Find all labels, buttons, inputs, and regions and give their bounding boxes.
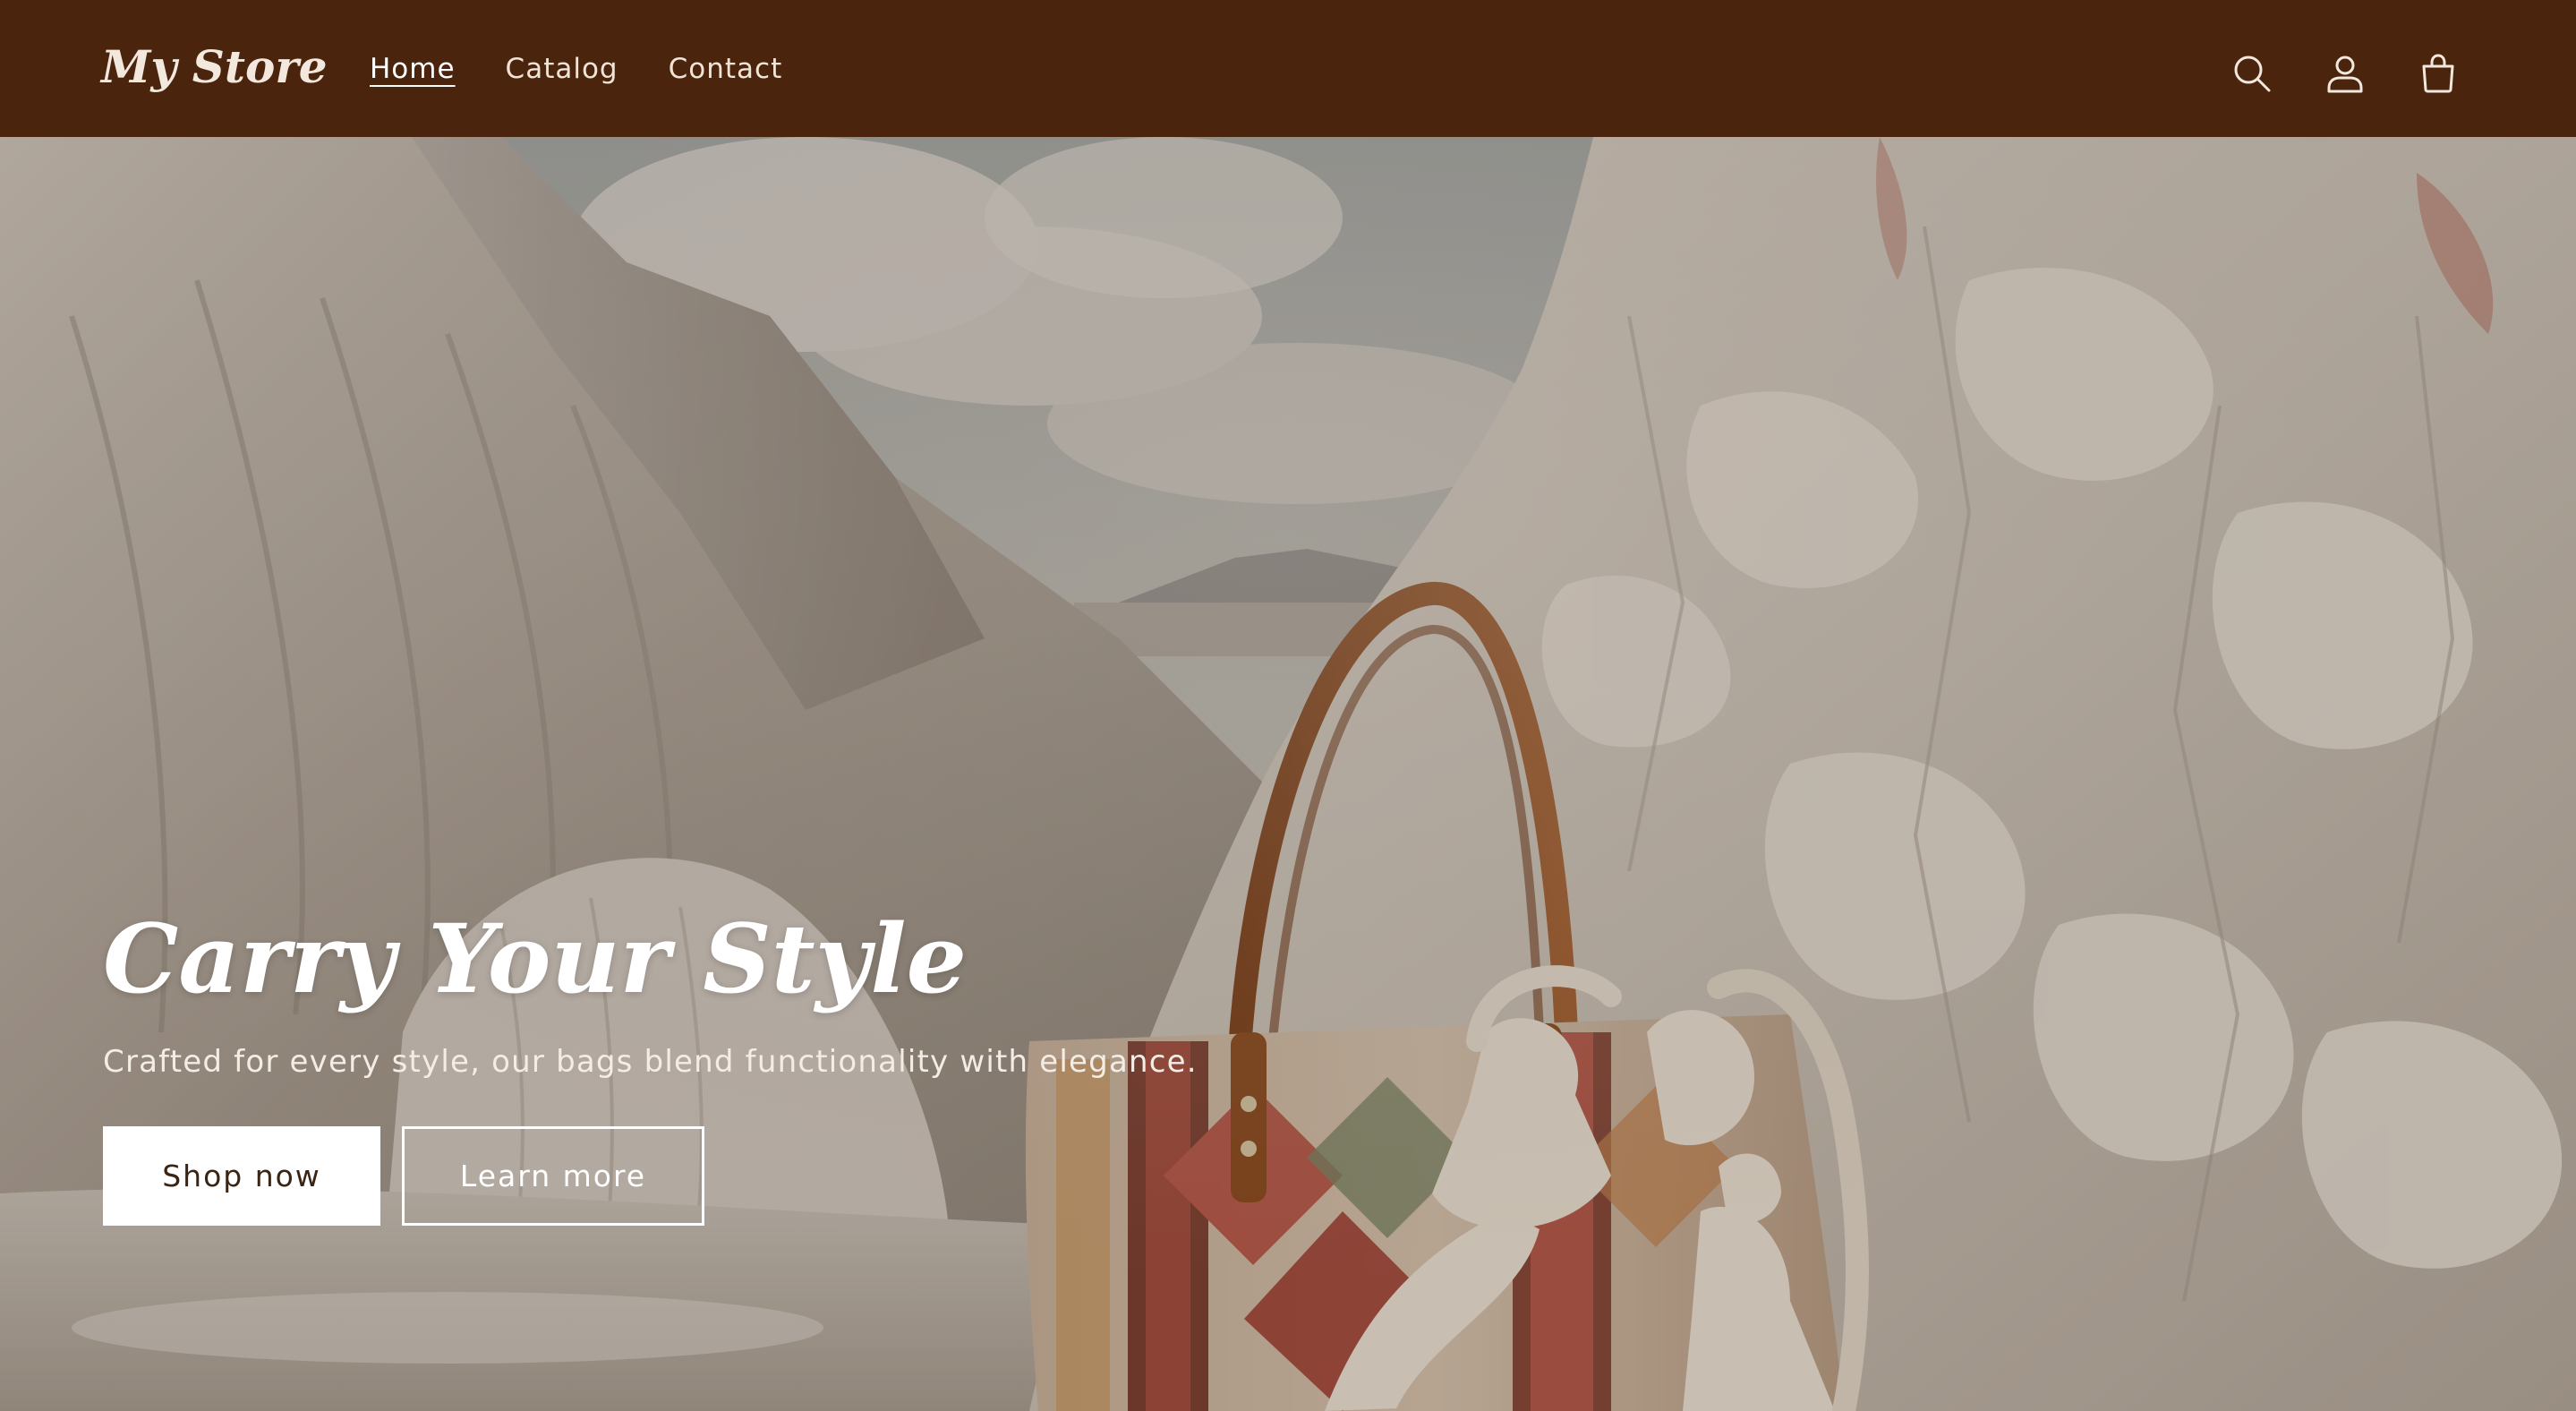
search-icon[interactable]: [2231, 52, 2273, 95]
hero-title: Carry Your Style: [103, 902, 968, 1014]
page: My Store Home Catalog Contact Carry Your…: [0, 0, 2576, 1411]
hero-buttons: Shop now Learn more: [103, 1126, 1198, 1227]
cart-icon[interactable]: [2417, 52, 2460, 95]
site-header: My Store Home Catalog Contact: [0, 0, 2576, 137]
hero-banner: Carry Your Style Crafted for every style…: [0, 137, 2576, 1411]
nav-contact-link[interactable]: Contact: [669, 56, 783, 83]
learn-more-button[interactable]: Learn more: [402, 1126, 704, 1227]
header-actions: [2231, 52, 2460, 95]
store-logo[interactable]: My Store: [101, 45, 328, 90]
account-icon[interactable]: [2324, 52, 2367, 95]
shop-now-button[interactable]: Shop now: [103, 1126, 380, 1227]
hero-subtitle: Crafted for every style, our bags blend …: [103, 1043, 1198, 1080]
nav-catalog-link[interactable]: Catalog: [506, 56, 618, 83]
main-nav: Home Catalog Contact: [370, 56, 782, 83]
nav-home-link[interactable]: Home: [370, 56, 456, 83]
hero-content: Carry Your Style Crafted for every style…: [103, 902, 1198, 1227]
